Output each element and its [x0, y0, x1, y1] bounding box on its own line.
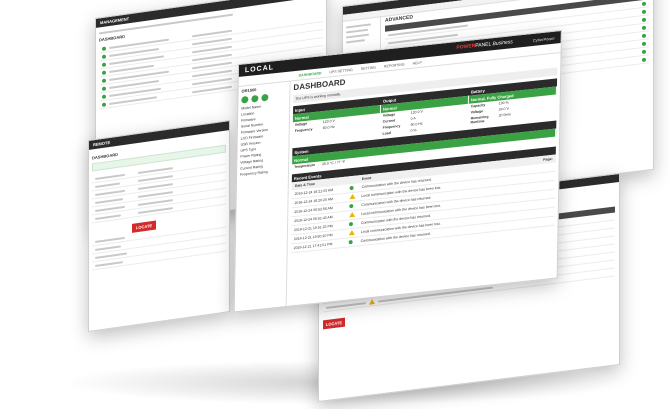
- status-icon: [241, 95, 249, 104]
- vendor-logo: CyberPower: [532, 35, 555, 43]
- menu-help[interactable]: HELP: [413, 60, 422, 65]
- warning-icon: [349, 193, 356, 200]
- menu-reporting[interactable]: REPORTING: [384, 62, 405, 68]
- menu-dashboard[interactable]: DASHBOARD: [299, 71, 322, 77]
- page-label: Page:: [543, 156, 553, 162]
- device-sidebar: OR1500 Model Name Location Firmware Seri…: [234, 80, 291, 312]
- menu-setting[interactable]: SETTING: [361, 65, 376, 71]
- local-label: LOCAL: [244, 63, 275, 74]
- remote-screen: REMOTE DASHBOARD LOCATE: [88, 120, 230, 332]
- local-dashboard-screen: LOCAL POWERPANEL Business CyberPower DAS…: [233, 29, 562, 313]
- menu-ups-setting[interactable]: UPS SETTING: [329, 67, 352, 73]
- warning-icon: [348, 229, 355, 236]
- warning-icon: [349, 211, 356, 218]
- power-icon: [251, 94, 259, 103]
- locate-button[interactable]: LOCATE: [323, 317, 345, 330]
- battery-icon: [261, 93, 269, 102]
- dashboard-content: DASHBOARD The UPS is working normally. I…: [290, 55, 558, 305]
